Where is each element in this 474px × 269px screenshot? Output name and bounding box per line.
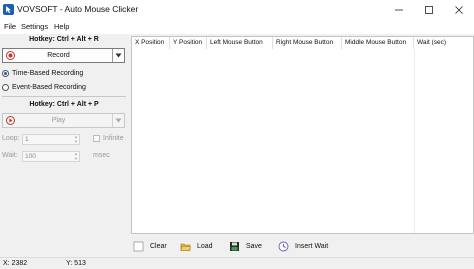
clock-icon — [278, 241, 289, 252]
maximize-icon — [425, 5, 433, 14]
status-y-coordinate: Y: 513 — [66, 260, 86, 267]
loop-input[interactable]: 1 ▲ ▼ — [22, 134, 80, 145]
column-header-wait-sec[interactable]: Wait (sec) — [414, 37, 473, 49]
infinite-checkbox[interactable]: Infinite — [93, 135, 124, 142]
bottom-toolbar: Clear Load Save Insert Wait — [131, 238, 474, 255]
save-button[interactable]: Save — [229, 238, 262, 255]
wait-unit-label: msec — [93, 152, 110, 159]
event-based-recording-radio[interactable]: Event-Based Recording — [2, 82, 86, 93]
title-bar: VOVSOFT - Auto Mouse Clicker — [0, 0, 474, 19]
section-divider — [2, 96, 126, 97]
loop-value: 1 — [25, 136, 29, 143]
status-bar: X: 2382 Y: 513 — [0, 257, 474, 269]
record-hotkey-label: Hotkey: Ctrl + Alt + R — [29, 36, 99, 43]
wait-input[interactable]: 100 ▲ ▼ — [22, 151, 80, 162]
close-button[interactable] — [444, 0, 474, 19]
infinite-label: Infinite — [103, 135, 124, 142]
event-based-recording-label: Event-Based Recording — [12, 84, 86, 91]
minimize-button[interactable] — [384, 0, 414, 19]
time-based-recording-radio[interactable]: Time-Based Recording — [2, 68, 83, 79]
record-button-label: Record — [47, 52, 70, 59]
play-hotkey-label: Hotkey: Ctrl + Alt + P — [29, 101, 99, 108]
wait-label: Wait: — [2, 152, 18, 159]
menu-bar: File Settings Help — [0, 19, 474, 34]
menu-file[interactable]: File — [4, 22, 16, 31]
close-icon — [455, 5, 463, 14]
menu-settings[interactable]: Settings — [21, 22, 48, 31]
record-dropdown-button[interactable] — [112, 49, 124, 62]
chevron-down-icon — [115, 118, 122, 123]
left-panel: Hotkey: Ctrl + Alt + R Record Time-Based… — [0, 34, 129, 255]
floppy-disk-icon — [230, 242, 239, 251]
record-icon — [6, 51, 15, 60]
clear-button-label: Clear — [150, 243, 167, 250]
column-header-right-mouse-button[interactable]: Right Mouse Button — [273, 37, 342, 49]
menu-help[interactable]: Help — [54, 22, 69, 31]
status-x-coordinate: X: 2382 — [3, 260, 28, 267]
save-button-label: Save — [246, 243, 262, 250]
insert-wait-button[interactable]: Insert Wait — [278, 238, 328, 255]
play-button[interactable]: Play — [3, 114, 114, 127]
checkbox-unchecked-icon — [93, 135, 100, 142]
wait-spinner[interactable]: ▲ ▼ — [73, 151, 79, 161]
maximize-button[interactable] — [414, 0, 444, 19]
wait-value: 100 — [25, 153, 36, 160]
column-header-y-position[interactable]: Y Position — [170, 37, 207, 49]
radio-selected-icon — [2, 70, 9, 77]
insert-wait-button-label: Insert Wait — [295, 243, 329, 250]
recording-grid[interactable]: X Position Y Position Left Mouse Button … — [131, 36, 474, 234]
column-separator — [414, 49, 415, 233]
folder-open-icon — [180, 243, 191, 251]
play-dropdown-button[interactable] — [112, 114, 124, 127]
load-button[interactable]: Load — [180, 238, 213, 255]
play-split-button: Play — [2, 113, 125, 128]
loop-label: Loop: — [2, 135, 20, 142]
radio-unselected-icon — [2, 84, 9, 91]
play-icon — [6, 116, 15, 125]
column-header-left-mouse-button[interactable]: Left Mouse Button — [207, 37, 273, 49]
clear-icon — [133, 241, 144, 252]
column-header-middle-mouse-button[interactable]: Middle Mouse Button — [342, 37, 414, 49]
app-logo-icon — [3, 4, 14, 15]
window-title: VOVSOFT - Auto Mouse Clicker — [17, 4, 139, 14]
load-button-label: Load — [197, 243, 213, 250]
record-split-button: Record — [2, 48, 125, 63]
chevron-down-icon — [115, 53, 122, 58]
loop-spinner[interactable]: ▲ ▼ — [73, 134, 79, 144]
minimize-icon — [395, 9, 403, 10]
play-button-label: Play — [51, 117, 66, 124]
column-header-x-position[interactable]: X Position — [132, 37, 170, 49]
clear-button[interactable]: Clear — [133, 238, 167, 255]
record-button[interactable]: Record — [3, 49, 114, 62]
time-based-recording-label: Time-Based Recording — [12, 70, 84, 77]
